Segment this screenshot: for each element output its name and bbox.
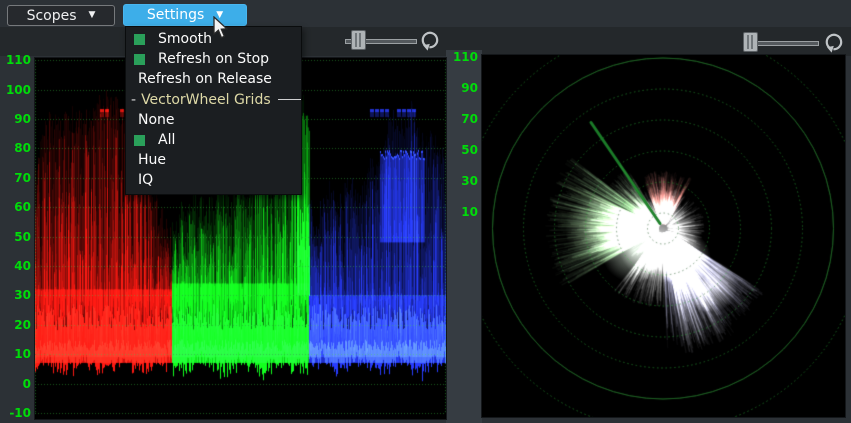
waveform-axis-label-30: 30 xyxy=(0,287,31,303)
waveform-axis-label-40: 40 xyxy=(0,258,31,274)
slider-handle[interactable] xyxy=(743,32,758,52)
menu-item-label: IQ xyxy=(138,172,153,188)
scope-gap-strip xyxy=(446,50,482,423)
vectorscope-box xyxy=(481,54,846,418)
scopes-panel: Scopes ▼ Settings ▼ 11010090807060504030… xyxy=(0,0,851,423)
menu-item-label: Refresh on Stop xyxy=(158,51,269,67)
menu-item-all[interactable]: All xyxy=(126,130,301,150)
waveform-axis-label-0: 0 xyxy=(0,376,31,392)
waveform-axis-label-100: 100 xyxy=(0,82,31,98)
waveform-axis-label-70: 70 xyxy=(0,170,31,186)
menu-section-vectorwheel-grids: -VectorWheel Grids xyxy=(126,89,301,110)
waveform-axis-label-10: 10 xyxy=(0,346,31,362)
waveform-axis-label-90: 90 xyxy=(0,111,31,127)
checked-box-icon xyxy=(134,34,145,45)
section-title: VectorWheel Grids xyxy=(141,92,271,108)
chevron-down-icon: ▼ xyxy=(216,11,223,20)
scopes-button[interactable]: Scopes ▼ xyxy=(7,5,115,26)
waveform-axis-label-50: 50 xyxy=(0,229,31,245)
menu-item-label: All xyxy=(158,132,175,148)
reset-icon[interactable] xyxy=(419,29,441,51)
settings-dropdown-menu: SmoothRefresh on StopRefresh on Release-… xyxy=(125,26,302,195)
waveform-axis-label-20: 20 xyxy=(0,317,31,333)
menu-item-label: None xyxy=(138,112,175,128)
settings-button[interactable]: Settings ▼ xyxy=(123,4,247,26)
menu-item-refresh-on-stop[interactable]: Refresh on Stop xyxy=(126,49,301,69)
vectorscope xyxy=(482,55,845,417)
settings-button-label: Settings xyxy=(147,7,204,23)
menu-item-none[interactable]: None xyxy=(126,110,301,130)
vectorscope-intensity-slider[interactable] xyxy=(741,30,851,56)
chevron-down-icon: ▼ xyxy=(89,11,96,20)
waveform-axis-label-60: 60 xyxy=(0,199,31,215)
menu-item-label: Refresh on Release xyxy=(138,71,272,87)
slider-handle[interactable] xyxy=(351,30,366,50)
section-dash: - xyxy=(131,92,136,108)
menu-item-smooth[interactable]: Smooth xyxy=(126,29,301,49)
menu-item-iq[interactable]: IQ xyxy=(126,170,301,190)
menu-item-label: Hue xyxy=(138,152,166,168)
menu-item-label: Smooth xyxy=(158,31,212,47)
checked-box-icon xyxy=(134,135,145,146)
menu-item-hue[interactable]: Hue xyxy=(126,150,301,170)
section-rule xyxy=(278,99,301,100)
reset-icon[interactable] xyxy=(823,31,845,53)
checked-box-icon xyxy=(134,54,145,65)
scopes-button-label: Scopes xyxy=(27,8,77,24)
waveform-axis-label--10: -10 xyxy=(0,405,31,421)
menu-item-refresh-on-release[interactable]: Refresh on Release xyxy=(126,69,301,89)
waveform-intensity-slider[interactable] xyxy=(343,28,453,54)
waveform-axis-label-80: 80 xyxy=(0,140,31,156)
